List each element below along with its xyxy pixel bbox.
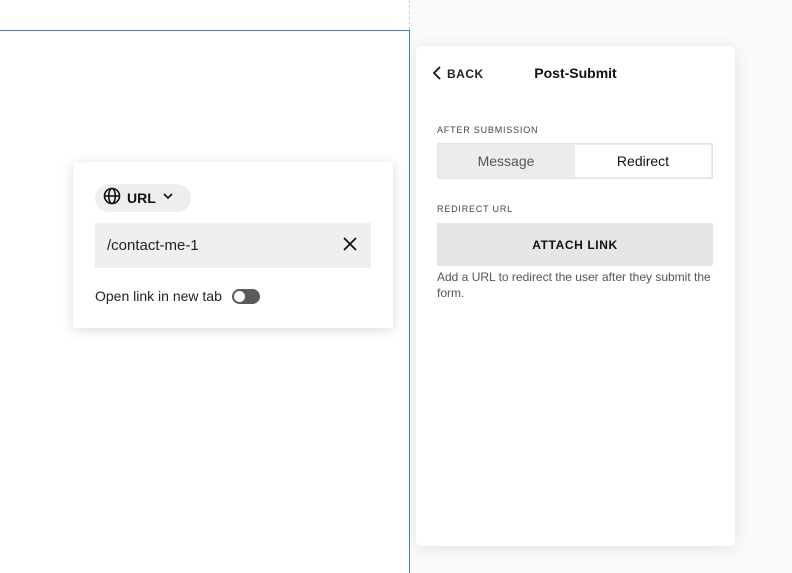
link-type-label: URL [127,190,156,206]
attach-link-button[interactable]: ATTACH LINK [437,223,713,266]
redirect-help-text: Add a URL to redirect the user after the… [437,270,711,300]
panel-title: Post-Submit [534,65,617,81]
url-input-value: /contact-me-1 [107,237,199,254]
link-editor-popover: URL /contact-me-1 Open link in new tab [73,162,393,328]
open-new-tab-row: Open link in new tab [95,286,260,306]
url-input-field[interactable]: /contact-me-1 [95,223,371,268]
open-new-tab-label: Open link in new tab [95,288,222,304]
link-type-dropdown[interactable]: URL [95,184,191,212]
clear-url-button[interactable] [329,223,371,268]
close-icon [343,236,357,255]
column-guide-line [409,0,410,30]
post-submit-panel: BACK Post-Submit AFTER SUBMISSION Messag… [416,46,735,546]
globe-icon [103,187,121,210]
option-message[interactable]: Message [438,144,574,178]
chevron-down-icon [162,189,174,207]
option-redirect[interactable]: Redirect [575,145,711,177]
open-new-tab-toggle[interactable] [231,288,260,304]
after-submission-toggle: Message Redirect [437,143,713,179]
redirect-url-label: REDIRECT URL [437,204,513,214]
toggle-knob [233,290,245,302]
after-submission-label: AFTER SUBMISSION [437,125,539,135]
